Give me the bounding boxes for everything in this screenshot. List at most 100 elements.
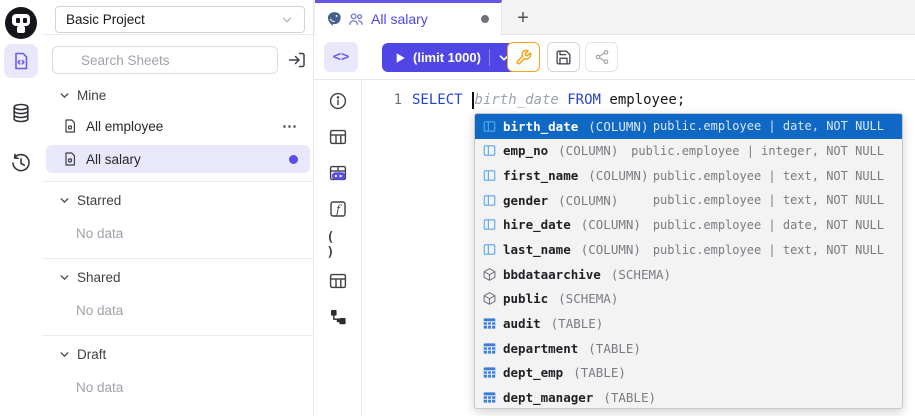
shared-users-icon <box>348 11 364 27</box>
schema-diagram-icon[interactable] <box>327 306 349 328</box>
suggest-item-last-name[interactable]: last_name (COLUMN) public.employee | tex… <box>475 237 902 262</box>
table-list-icon[interactable] <box>327 270 349 292</box>
run-label: (limit 1000) <box>413 50 481 65</box>
suggest-item-department[interactable]: department (TABLE) <box>475 336 902 361</box>
database-nav-button[interactable] <box>4 96 38 130</box>
chevron-down-icon <box>58 194 71 207</box>
suggest-item-dept-manager[interactable]: dept_manager (TABLE) <box>475 385 902 409</box>
section-starred-label: Starred <box>77 193 121 208</box>
identifier-employee: employee; <box>609 92 685 108</box>
sheet-file-icon <box>62 118 78 134</box>
shared-empty-text: No data <box>76 303 123 318</box>
table-icon <box>481 340 497 356</box>
tab-all-salary[interactable]: All salary <box>315 0 502 35</box>
project-row: Basic Project <box>42 0 313 35</box>
column-icon <box>481 192 497 208</box>
share-sheet-button[interactable] <box>585 42 618 72</box>
column-icon <box>481 242 497 258</box>
suggest-item-dept-emp[interactable]: dept_emp (TABLE) <box>475 361 902 386</box>
save-sheet-button[interactable] <box>547 42 580 72</box>
history-nav-button[interactable] <box>4 146 38 180</box>
divider <box>42 181 314 182</box>
suggest-item-emp-no[interactable]: emp_no (COLUMN) public.employee | intege… <box>475 139 902 164</box>
tab-strip: All salary + <box>314 0 915 35</box>
parentheses-icon[interactable]: ( ) <box>327 234 349 256</box>
run-query-button[interactable]: (limit 1000) <box>382 43 520 72</box>
section-draft[interactable]: Draft <box>42 344 314 364</box>
sheet-item-all-salary[interactable]: All salary <box>46 145 310 173</box>
section-shared-label: Shared <box>77 270 121 285</box>
wrench-icon <box>515 49 532 66</box>
text-cursor <box>472 92 474 109</box>
sidebar: Basic Project Mine <box>42 0 314 416</box>
section-draft-label: Draft <box>77 347 106 362</box>
add-tab-button[interactable]: + <box>510 5 536 31</box>
keyword-select: SELECT <box>412 92 471 108</box>
table-data-colored-icon[interactable] <box>327 162 349 184</box>
project-name: Basic Project <box>66 12 145 27</box>
sheet-code-icon <box>11 51 31 71</box>
section-mine-label: Mine <box>77 88 106 103</box>
autocomplete-popup: birth_date (COLUMN) public.employee | da… <box>474 113 903 409</box>
admin-wrench-button[interactable] <box>507 42 540 72</box>
sheet-file-icon <box>62 151 78 167</box>
ghost-suggestion-text: birth_date <box>475 92 559 108</box>
column-icon <box>481 118 497 134</box>
suggest-item-first-name[interactable]: first_name (COLUMN) public.employee | te… <box>475 163 902 188</box>
tab-label: All salary <box>371 11 428 27</box>
code-line-1: 1 SELECT birth_date FROM employee; <box>362 90 685 110</box>
chevron-down-icon <box>58 89 71 102</box>
project-selector[interactable]: Basic Project <box>55 6 305 33</box>
share-icon <box>594 49 610 65</box>
sheet-item-label: All employee <box>86 119 163 134</box>
sql-editor-surface[interactable]: 1 SELECT birth_date FROM employee; birth_… <box>362 80 915 416</box>
sheets-nav-button[interactable] <box>4 44 38 78</box>
section-shared[interactable]: Shared <box>42 267 314 287</box>
chevron-down-icon <box>58 271 71 284</box>
bytebase-logo[interactable] <box>5 7 37 39</box>
table-icon <box>481 390 497 406</box>
section-starred[interactable]: Starred <box>42 190 314 210</box>
database-icon <box>10 102 32 124</box>
chevron-down-icon <box>58 348 71 361</box>
suggest-item-bbdataarchive[interactable]: bbdataarchive (SCHEMA) <box>475 262 902 287</box>
search-sheets-input[interactable] <box>52 46 278 74</box>
starred-empty-text: No data <box>76 226 123 241</box>
column-icon <box>481 143 497 159</box>
logo-chin <box>17 26 25 33</box>
table-panel-icon[interactable] <box>327 126 349 148</box>
suggest-item-hire-date[interactable]: hire_date (COLUMN) public.employee | dat… <box>475 213 902 238</box>
sheet-item-all-employee[interactable]: All employee ⋯ <box>46 112 310 140</box>
import-sheet-button[interactable] <box>286 49 308 71</box>
chevron-down-icon <box>280 13 294 27</box>
suggest-item-audit[interactable]: audit (TABLE) <box>475 311 902 336</box>
divider <box>42 335 314 336</box>
keyword-from: FROM <box>559 92 610 108</box>
svg-text:f: f <box>335 203 342 216</box>
tab-unsaved-dot <box>481 15 489 23</box>
table-icon <box>481 316 497 332</box>
column-icon <box>481 217 497 233</box>
logo-face <box>12 14 30 26</box>
line-number: 1 <box>362 92 402 108</box>
search-row <box>42 46 314 76</box>
play-icon <box>393 51 407 65</box>
postgresql-icon <box>325 10 343 28</box>
left-rail <box>0 0 42 416</box>
schema-cube-icon <box>481 266 497 282</box>
save-icon <box>555 49 572 66</box>
sheet-item-label: All salary <box>86 152 141 167</box>
code-view-toggle[interactable]: <> <box>324 42 358 72</box>
suggest-item-gender[interactable]: gender (COLUMN) public.employee | text, … <box>475 188 902 213</box>
column-icon <box>481 168 497 184</box>
unsaved-dot-indicator <box>289 155 298 164</box>
suggest-item-birth-date[interactable]: birth_date (COLUMN) public.employee | da… <box>475 114 902 139</box>
info-icon[interactable] <box>327 90 349 112</box>
main-area: All salary + <> (limit 1000) <box>314 0 915 416</box>
schema-cube-icon <box>481 291 497 307</box>
more-menu-icon[interactable]: ⋯ <box>282 117 298 135</box>
history-clock-icon <box>10 152 32 174</box>
function-icon[interactable]: f <box>327 198 349 220</box>
suggest-item-public[interactable]: public (SCHEMA) <box>475 287 902 312</box>
section-mine[interactable]: Mine <box>42 85 314 105</box>
